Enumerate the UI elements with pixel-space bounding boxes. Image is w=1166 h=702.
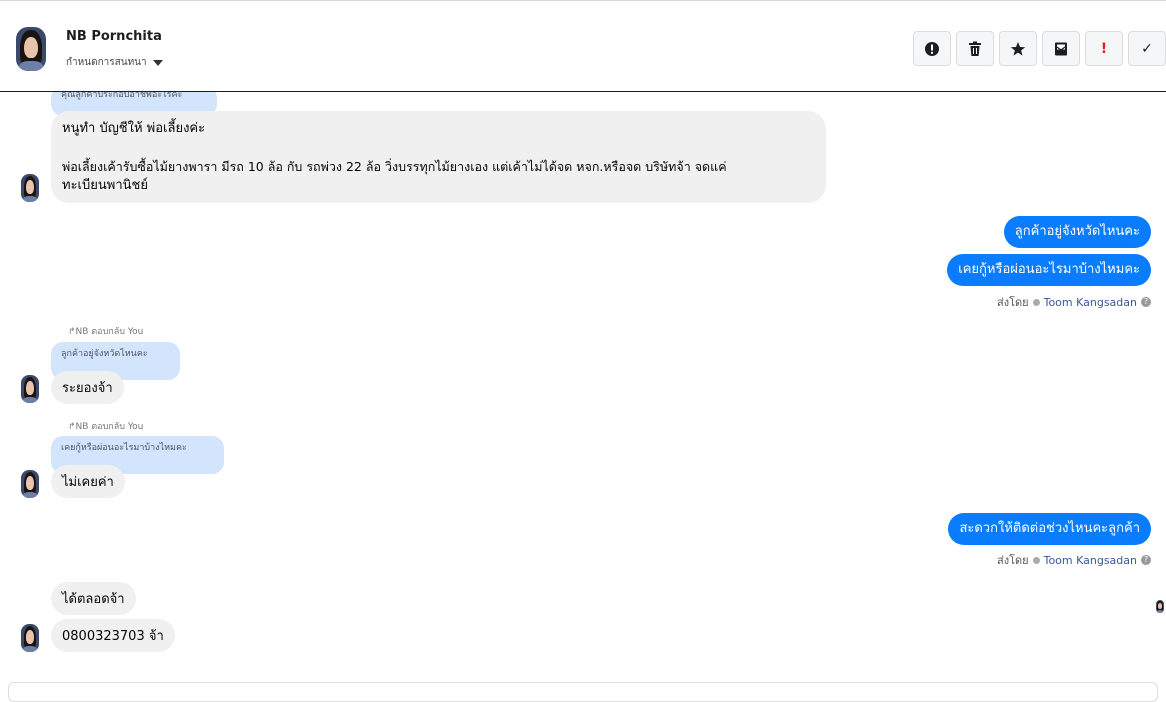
star-icon (1010, 41, 1026, 56)
contact-avatar-small (21, 624, 39, 652)
message-bubble-outgoing[interactable]: ลูกค้าอยู่จังหวัดไหนคะ (1003, 216, 1151, 248)
contact-avatar-small (21, 375, 39, 403)
report-button[interactable] (913, 31, 951, 66)
message-bubble-incoming[interactable]: ไม่เคยค่า (51, 465, 125, 498)
message-bubble-incoming[interactable]: 0800323703 จ้า (51, 619, 175, 652)
message-thread[interactable]: คุณลูกค้าประกอบอาชีพอะไรคะ หนูทำ บัญชีให… (0, 92, 1166, 682)
help-icon[interactable]: ? (1141, 555, 1151, 565)
message-bubble-incoming[interactable]: หนูทำ บัญชีให้ พ่อเลี้ยงค่ะ พ่อเลี้ยงเค้… (51, 111, 826, 203)
delete-button[interactable] (956, 31, 994, 66)
message-text: หนูทำ บัญชีให้ พ่อเลี้ยงค่ะ (62, 121, 206, 136)
message-bubble-outgoing[interactable]: เคยกู้หรือผ่อนอะไรมาบ้างไหมคะ (947, 254, 1151, 286)
user-icon (1032, 298, 1040, 306)
exclamation-icon: ! (1100, 40, 1108, 57)
conversation-schedule-dropdown[interactable]: กำหนดการสนทนา (66, 55, 163, 70)
message-text: ทะเบียนพานิชย์ (62, 178, 148, 193)
reply-indicator: ↱NB ตอบกลับ You (68, 422, 144, 432)
reply-icon: ↱ (68, 327, 76, 337)
sent-by-info: ส่งโดย Toom Kangsadan ? (997, 551, 1151, 569)
help-icon[interactable]: ? (1141, 297, 1151, 307)
message-bubble-incoming[interactable]: ระยองจ้า (51, 371, 124, 404)
message-text: พ่อเลี้ยงเค้ารับซื้อไม้ยางพารา มีรถ 10 ล… (62, 159, 727, 174)
star-button[interactable] (999, 31, 1037, 66)
sender-name[interactable]: Toom Kangsadan (1044, 554, 1137, 567)
caret-down-icon (152, 59, 163, 66)
reply-indicator: ↱NB ตอบกลับ You (68, 327, 144, 337)
user-icon (1032, 556, 1040, 564)
sender-name[interactable]: Toom Kangsadan (1044, 296, 1137, 309)
mark-important-button[interactable]: ! (1085, 31, 1123, 66)
move-to-inbox-button[interactable] (1042, 31, 1080, 66)
seen-receipt-avatar (1156, 600, 1164, 613)
contact-name[interactable]: NB Pornchita (66, 29, 162, 44)
conversation-header: NB Pornchita กำหนดการสนทนา ! ✓ (0, 0, 1166, 92)
contact-avatar-small (21, 174, 39, 202)
inbox-icon (1055, 42, 1067, 55)
check-icon: ✓ (1141, 40, 1153, 57)
contact-avatar[interactable] (16, 27, 46, 71)
trash-icon (969, 41, 981, 56)
reply-icon: ↱ (68, 422, 76, 432)
sent-by-info: ส่งโดย Toom Kangsadan ? (997, 293, 1151, 311)
message-bubble-incoming[interactable]: ได้ตลอดจ้า (51, 582, 136, 615)
mark-done-button[interactable]: ✓ (1128, 31, 1166, 66)
alert-icon (925, 41, 939, 56)
contact-avatar-small (21, 470, 39, 498)
message-bubble-outgoing[interactable]: สะดวกให้ติดต่อช่วงไหนคะลูกค้า (948, 513, 1151, 545)
schedule-label: กำหนดการสนทนา (66, 57, 147, 68)
message-composer[interactable] (8, 682, 1158, 702)
conversation-toolbar: ! ✓ (913, 31, 1166, 66)
